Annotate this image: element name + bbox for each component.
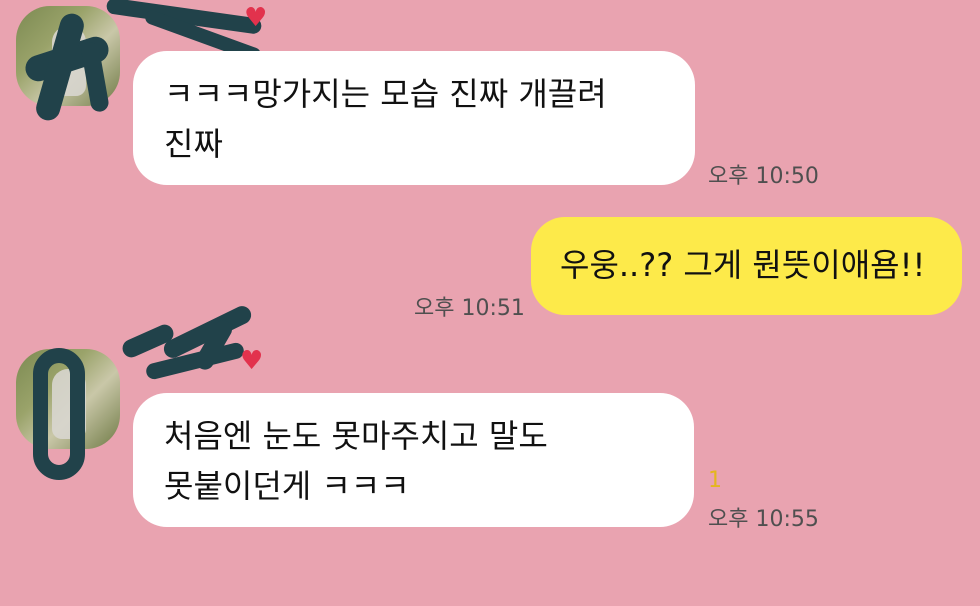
message-line: ㅋㅋㅋ망가지는 모습 진짜 개끌려 bbox=[164, 75, 607, 113]
message-bubble-friend-2[interactable]: 처음엔 눈도 못마주치고 말도 못붙이던게 ㅋㅋㅋ bbox=[133, 393, 694, 527]
heart-icon: ♥ bbox=[240, 346, 264, 376]
message-time: 오후 10:51 bbox=[414, 296, 525, 321]
message-line: 우웅..?? 그게 뭔뜻이애욤!! bbox=[560, 246, 926, 284]
message-time: 오후 10:50 bbox=[708, 164, 819, 189]
message-line: 진짜 bbox=[164, 125, 223, 163]
redaction-scribble-avatar-2 bbox=[33, 348, 85, 480]
message-line: 처음엔 눈도 못마주치고 말도 bbox=[164, 417, 548, 455]
heart-icon: ♥ bbox=[244, 3, 268, 33]
message-bubble-me-1[interactable]: 우웅..?? 그게 뭔뜻이애욤!! bbox=[531, 217, 962, 315]
message-line: 못붙이던게 ㅋㅋㅋ bbox=[164, 467, 410, 505]
unread-count: 1 bbox=[708, 468, 722, 493]
message-bubble-friend-1[interactable]: ㅋㅋㅋ망가지는 모습 진짜 개끌려 진짜 bbox=[133, 51, 695, 185]
message-time: 오후 10:55 bbox=[708, 507, 819, 532]
